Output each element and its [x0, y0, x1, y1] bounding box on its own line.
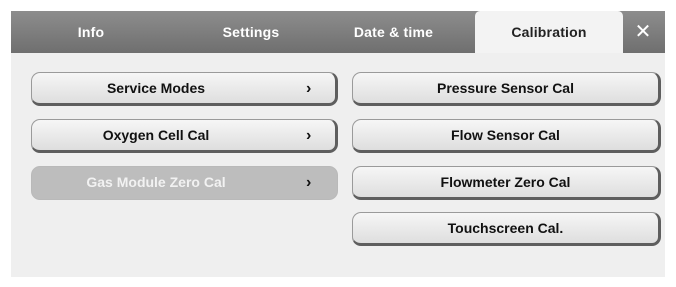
gas-module-zero-cal-button[interactable]: Gas Module Zero Cal ›	[31, 166, 338, 200]
flow-sensor-cal-button[interactable]: Flow Sensor Cal	[352, 119, 661, 153]
tab-date-time[interactable]: Date & time	[336, 11, 451, 53]
touchscreen-cal-button[interactable]: Touchscreen Cal.	[352, 212, 661, 246]
chevron-right-icon: ›	[306, 174, 312, 191]
oxygen-cell-cal-label: Oxygen Cell Cal	[102, 127, 210, 143]
tab-bar: Info Settings Date & time Calibration ✕	[11, 11, 665, 53]
tab-info[interactable]: Info	[51, 11, 131, 53]
service-modes-button[interactable]: Service Modes ›	[31, 72, 338, 106]
flow-sensor-cal-label: Flow Sensor Cal	[451, 127, 560, 143]
close-icon[interactable]: ✕	[621, 11, 665, 53]
service-modes-label: Service Modes	[106, 80, 206, 96]
gas-module-zero-cal-label: Gas Module Zero Cal	[86, 174, 226, 190]
tab-settings[interactable]: Settings	[196, 11, 306, 53]
chevron-right-icon: ›	[306, 80, 312, 97]
oxygen-cell-cal-button[interactable]: Oxygen Cell Cal ›	[31, 119, 338, 153]
pressure-sensor-cal-label: Pressure Sensor Cal	[437, 80, 574, 96]
touchscreen-cal-label: Touchscreen Cal.	[447, 220, 564, 236]
tab-calibration[interactable]: Calibration	[475, 11, 623, 53]
calibration-panel: Info Settings Date & time Calibration ✕ …	[11, 11, 665, 277]
flowmeter-zero-cal-label: Flowmeter Zero Cal	[440, 174, 571, 190]
flowmeter-zero-cal-button[interactable]: Flowmeter Zero Cal	[352, 166, 661, 200]
chevron-right-icon: ›	[306, 127, 312, 144]
pressure-sensor-cal-button[interactable]: Pressure Sensor Cal	[352, 72, 661, 106]
